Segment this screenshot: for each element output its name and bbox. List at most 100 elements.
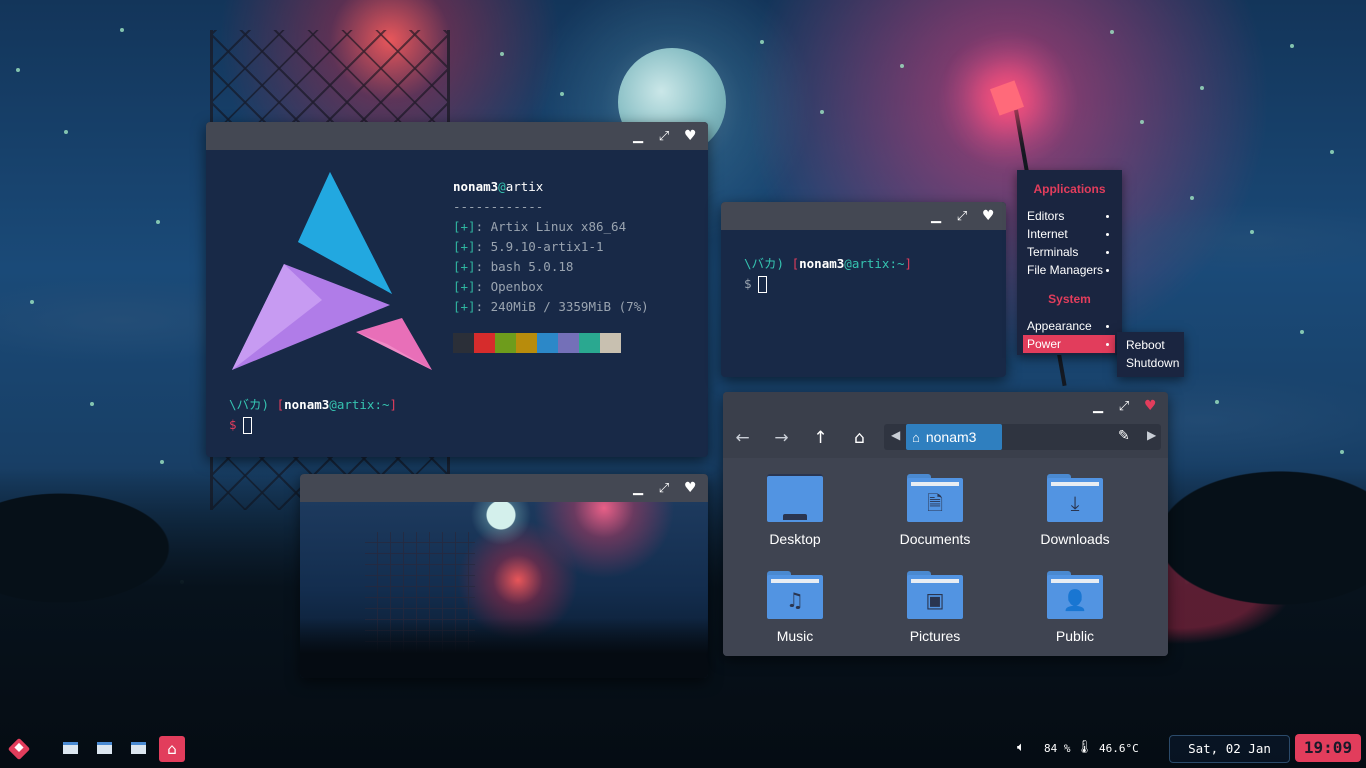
- submenu-dot-icon: [1106, 269, 1109, 272]
- back-arrow-icon[interactable]: ←: [723, 428, 762, 448]
- download-icon: ⤓: [1070, 491, 1080, 515]
- submenu-dot-icon: [1106, 233, 1109, 236]
- forward-arrow-icon[interactable]: →: [762, 428, 801, 448]
- fetch-bullet: [+]: [453, 219, 476, 234]
- menu-item-appearance[interactable]: Appearance: [1023, 317, 1115, 335]
- prompt-kana: \バカ): [229, 397, 270, 412]
- home-icon: ⌂: [912, 430, 920, 445]
- folder-desktop[interactable]: Desktop: [740, 474, 850, 564]
- chevron-right-icon[interactable]: ▶: [1147, 428, 1156, 442]
- command-line[interactable]: $: [229, 415, 397, 435]
- fetch-separator: ------------: [453, 199, 544, 214]
- maximize-button[interactable]: ⤢: [1118, 399, 1130, 414]
- close-button[interactable]: ♥: [684, 128, 697, 144]
- breadcrumb-home[interactable]: ⌂ nonam3: [906, 424, 1002, 450]
- prompt-at: @: [329, 397, 337, 412]
- menu-item-label: Power: [1027, 337, 1062, 351]
- taskbar-window-button[interactable]: [131, 742, 146, 754]
- minimize-button[interactable]: ▁: [632, 129, 644, 144]
- close-button[interactable]: ♥: [1144, 398, 1157, 414]
- folder-desktop-icon: [767, 474, 823, 522]
- panel-launcher-area: [7, 736, 31, 762]
- picture-icon: ▣: [925, 588, 945, 612]
- folder-public-icon: 👤: [1047, 571, 1103, 619]
- terminal-window[interactable]: ▁ ⤢ ♥ \バカ) [nonam3@artix:~] $: [721, 202, 1006, 377]
- shell-prompt[interactable]: \バカ) [nonam3@artix:~] $: [229, 395, 397, 435]
- maximize-button[interactable]: ⤢: [956, 209, 968, 224]
- prompt-at: @: [844, 256, 852, 271]
- color-swatch: [600, 333, 621, 353]
- titlebar[interactable]: ▁ ⤢ ♥: [206, 122, 708, 150]
- prompt-host: artix: [336, 397, 375, 412]
- root-menu[interactable]: Applications Editors Internet Terminals …: [1017, 170, 1122, 355]
- command-line[interactable]: $: [744, 274, 912, 294]
- folder-public[interactable]: 👤 Public: [1020, 571, 1130, 656]
- date-display[interactable]: Sat, 02 Jan 2021: [1169, 735, 1290, 768]
- menu-item-reboot[interactable]: Reboot: [1121, 336, 1183, 354]
- prompt-line: \バカ) [nonam3@artix:~]: [744, 254, 912, 274]
- prompt-path: :~: [374, 397, 390, 412]
- pencil-icon[interactable]: ✎: [1118, 428, 1130, 444]
- menu-item-file-managers[interactable]: File Managers: [1023, 261, 1115, 279]
- maximize-button[interactable]: ⤢: [658, 129, 670, 144]
- up-arrow-icon[interactable]: ↑: [801, 428, 840, 448]
- color-swatch: [579, 333, 600, 353]
- menu-item-shutdown[interactable]: Shutdown: [1121, 354, 1183, 372]
- prompt-line: \バカ) [nonam3@artix:~]: [229, 395, 397, 415]
- app-menu-logo-icon[interactable]: [7, 737, 31, 761]
- menu-item-editors[interactable]: Editors: [1023, 207, 1115, 225]
- menu-item-terminals[interactable]: Terminals: [1023, 243, 1115, 261]
- folder-documents[interactable]: 🗎 Documents: [880, 474, 990, 564]
- wallpaper-street-lamp: [989, 80, 1025, 116]
- fetch-wm: : Openbox: [475, 279, 544, 294]
- fetch-bullet: [+]: [453, 259, 476, 274]
- image-viewer-window[interactable]: ▁ ⤢ ♥: [300, 474, 708, 678]
- prompt-path: :~: [889, 256, 905, 271]
- close-button[interactable]: ♥: [982, 208, 995, 224]
- home-icon[interactable]: ⌂: [159, 736, 185, 762]
- menu-item-label: Terminals: [1027, 245, 1079, 259]
- minimize-button[interactable]: ▁: [632, 481, 644, 496]
- chevron-left-icon[interactable]: ◀: [891, 428, 900, 442]
- minimize-button[interactable]: ▁: [1092, 399, 1104, 414]
- menu-header-system: System: [1048, 292, 1091, 306]
- fetch-user: nonam3: [453, 179, 499, 194]
- folder-downloads[interactable]: ⤓ Downloads: [1020, 474, 1130, 564]
- volume-icon[interactable]: 🔈︎: [1017, 740, 1025, 755]
- power-submenu[interactable]: Reboot Shutdown: [1117, 332, 1184, 377]
- clock-display[interactable]: 19:09: [1295, 734, 1361, 762]
- terminal-window-fetch[interactable]: ▁ ⤢ ♥ nonam3@artix ------------ [+]: Art…: [206, 122, 708, 457]
- folder-label: Pictures: [909, 628, 961, 644]
- fetch-host: artix: [505, 179, 544, 194]
- menu-item-power[interactable]: Power: [1023, 335, 1115, 353]
- close-button[interactable]: ♥: [684, 480, 697, 496]
- shell-prompt[interactable]: \バカ) [nonam3@artix:~] $: [744, 254, 912, 294]
- folder-label: Documents: [899, 531, 971, 547]
- system-info: nonam3@artix ------------ [+]: Artix Lin…: [453, 177, 649, 317]
- folder-label: Music: [776, 628, 814, 644]
- titlebar[interactable]: ▁ ⤢ ♥: [721, 202, 1006, 230]
- location-bar[interactable]: ◀ ⌂ nonam3 ✎ ▶: [884, 424, 1161, 450]
- taskbar-window-button[interactable]: [63, 742, 78, 754]
- text-cursor: [757, 276, 767, 293]
- prompt-host: artix: [851, 256, 890, 271]
- wallpaper-preview-image: [300, 502, 708, 678]
- folder-documents-icon: 🗎: [907, 474, 963, 522]
- prompt-user: nonam3: [799, 256, 845, 271]
- text-cursor: [242, 417, 252, 434]
- minimize-button[interactable]: ▁: [930, 209, 942, 224]
- maximize-button[interactable]: ⤢: [658, 481, 670, 496]
- taskbar-window-button[interactable]: [97, 742, 112, 754]
- titlebar[interactable]: ▁ ⤢ ♥: [723, 392, 1168, 420]
- folder-music[interactable]: ♫ Music: [740, 571, 850, 656]
- folder-label: Desktop: [769, 531, 821, 547]
- home-icon[interactable]: ⌂: [840, 428, 879, 448]
- fetch-line-os: [+]: Artix Linux x86_64: [453, 217, 649, 237]
- menu-item-label: Appearance: [1027, 319, 1092, 333]
- folder-label: Downloads: [1040, 531, 1110, 547]
- color-swatch: [537, 333, 558, 353]
- folder-pictures[interactable]: ▣ Pictures: [880, 571, 990, 656]
- file-manager-window[interactable]: ▁ ⤢ ♥ ← → ↑ ⌂ ◀ ⌂ nonam3 ✎ ▶ Desktop 🗎 Do…: [723, 392, 1168, 656]
- titlebar[interactable]: ▁ ⤢ ♥: [300, 474, 708, 502]
- menu-item-internet[interactable]: Internet: [1023, 225, 1115, 243]
